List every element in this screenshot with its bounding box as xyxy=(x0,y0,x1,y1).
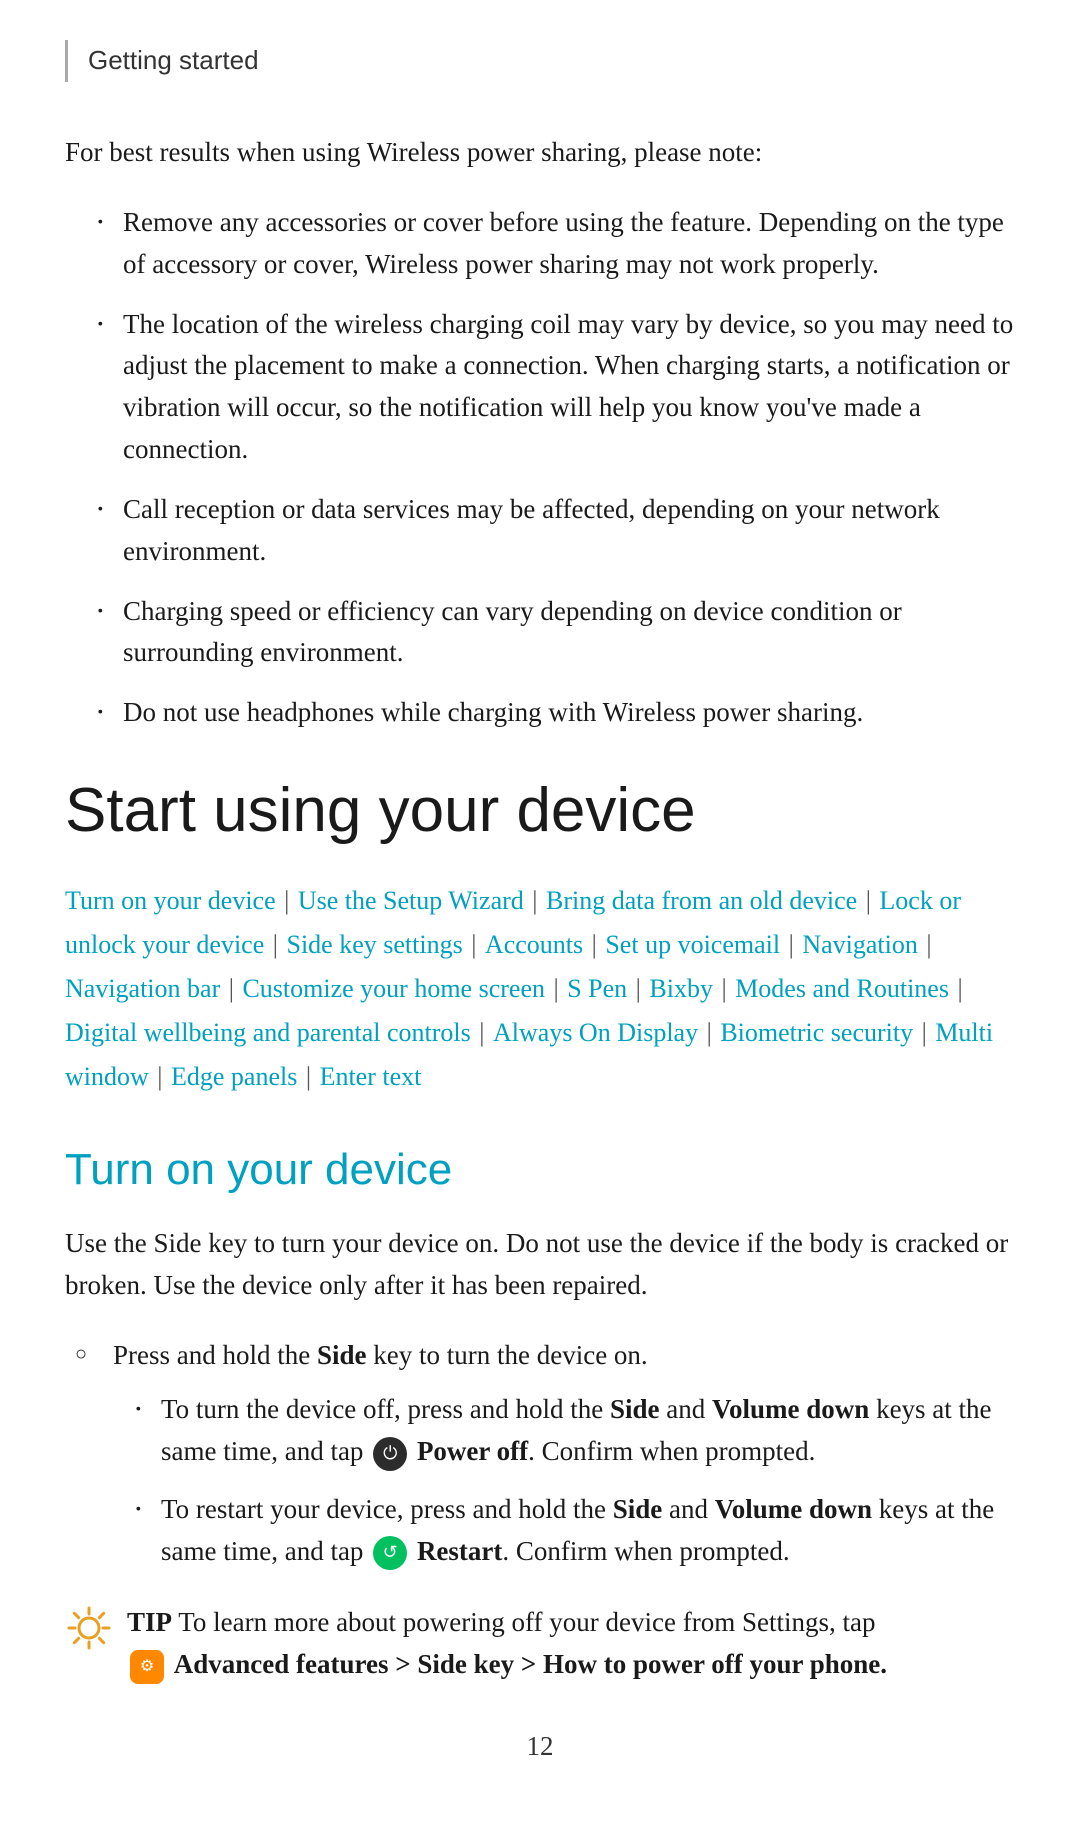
tip-content: TIP To learn more about powering off you… xyxy=(127,1602,1015,1686)
link-digital-wellbeing[interactable]: Digital wellbeing and parental controls xyxy=(65,1018,471,1047)
sub-bullet-list: To turn the device off, press and hold t… xyxy=(133,1389,1015,1572)
link-biometric[interactable]: Biometric security xyxy=(720,1018,913,1047)
sub-bullet-item-2: To restart your device, press and hold t… xyxy=(133,1489,1015,1573)
separator: | xyxy=(473,1018,491,1047)
circle-list-item: Press and hold the Side key to turn the … xyxy=(75,1335,1015,1572)
bold-vol-down-1: Volume down xyxy=(712,1394,869,1424)
separator: | xyxy=(222,974,240,1003)
tip-orange-icon: ⚙ Advanced features > Side key > How to … xyxy=(127,1649,887,1679)
link-enter-text[interactable]: Enter text xyxy=(320,1062,422,1091)
link-accounts[interactable]: Accounts xyxy=(485,930,583,959)
bold-vol-down-2: Volume down xyxy=(715,1494,872,1524)
separator: | xyxy=(915,1018,933,1047)
intro-paragraph: For best results when using Wireless pow… xyxy=(65,132,1015,174)
separator: | xyxy=(859,886,877,915)
sub-bullet-text-2: To restart your device, press and hold t… xyxy=(161,1494,994,1566)
page-number: 12 xyxy=(65,1726,1015,1767)
list-item: The location of the wireless charging co… xyxy=(95,304,1015,471)
sub-bullet-text-1: To turn the device off, press and hold t… xyxy=(161,1394,992,1466)
link-side-key[interactable]: Side key settings xyxy=(286,930,462,959)
link-home-screen[interactable]: Customize your home screen xyxy=(242,974,545,1003)
page-container: Getting started For best results when us… xyxy=(0,0,1080,1827)
restart-icon: ↺ xyxy=(373,1536,407,1570)
header-title: Getting started xyxy=(88,45,259,75)
bold-side-1: Side xyxy=(610,1394,660,1424)
separator: | xyxy=(526,886,544,915)
tip-label: TIP xyxy=(127,1607,172,1637)
separator: | xyxy=(700,1018,718,1047)
separator: | xyxy=(547,974,565,1003)
link-bixby[interactable]: Bixby xyxy=(649,974,713,1003)
list-item: Do not use headphones while charging wit… xyxy=(95,692,1015,734)
link-edge-panels[interactable]: Edge panels xyxy=(171,1062,297,1091)
advanced-features-icon: ⚙ xyxy=(130,1650,164,1684)
separator: | xyxy=(299,1062,317,1091)
restart-label: Restart xyxy=(417,1536,502,1566)
sub-bullet-item-1: To turn the device off, press and hold t… xyxy=(133,1389,1015,1473)
tip-box: TIP To learn more about powering off you… xyxy=(65,1602,1015,1686)
bold-side: Side xyxy=(317,1340,367,1370)
power-off-icon: ⏻ xyxy=(373,1437,407,1471)
link-setup-wizard[interactable]: Use the Setup Wizard xyxy=(298,886,524,915)
subsection-body: Use the Side key to turn your device on.… xyxy=(65,1223,1015,1307)
separator: | xyxy=(951,974,963,1003)
separator: | xyxy=(278,886,296,915)
separator: | xyxy=(151,1062,169,1091)
separator: | xyxy=(629,974,647,1003)
circle-list: Press and hold the Side key to turn the … xyxy=(75,1335,1015,1572)
tip-sun-icon xyxy=(65,1604,113,1652)
link-always-on[interactable]: Always On Display xyxy=(493,1018,698,1047)
link-voicemail[interactable]: Set up voicemail xyxy=(605,930,780,959)
tip-bold-text: Advanced features > Side key > How to po… xyxy=(174,1649,887,1679)
link-modes-routines[interactable]: Modes and Routines xyxy=(735,974,949,1003)
separator: | xyxy=(266,930,284,959)
links-section: Turn on your device | Use the Setup Wiza… xyxy=(65,879,1015,1100)
circle-item-text: Press and hold the Side key to turn the … xyxy=(113,1340,648,1370)
separator: | xyxy=(585,930,603,959)
list-item: Call reception or data services may be a… xyxy=(95,489,1015,573)
power-off-label: Power off xyxy=(417,1436,528,1466)
header-section: Getting started xyxy=(65,40,1015,82)
main-section-title: Start using your device xyxy=(65,774,1015,848)
subsection-title: Turn on your device xyxy=(65,1137,1015,1203)
bold-side-2: Side xyxy=(613,1494,663,1524)
link-nav-bar[interactable]: Navigation bar xyxy=(65,974,220,1003)
separator: | xyxy=(465,930,483,959)
separator: | xyxy=(782,930,800,959)
link-turn-on[interactable]: Turn on your device xyxy=(65,886,276,915)
link-bring-data[interactable]: Bring data from an old device xyxy=(546,886,857,915)
separator: | xyxy=(920,930,932,959)
link-navigation[interactable]: Navigation xyxy=(802,930,918,959)
tip-text: To learn more about powering off your de… xyxy=(178,1607,875,1637)
list-item: Charging speed or efficiency can vary de… xyxy=(95,591,1015,675)
list-item: Remove any accessories or cover before u… xyxy=(95,202,1015,286)
separator: | xyxy=(715,974,733,1003)
link-spen[interactable]: S Pen xyxy=(567,974,627,1003)
bullet-list: Remove any accessories or cover before u… xyxy=(95,202,1015,734)
